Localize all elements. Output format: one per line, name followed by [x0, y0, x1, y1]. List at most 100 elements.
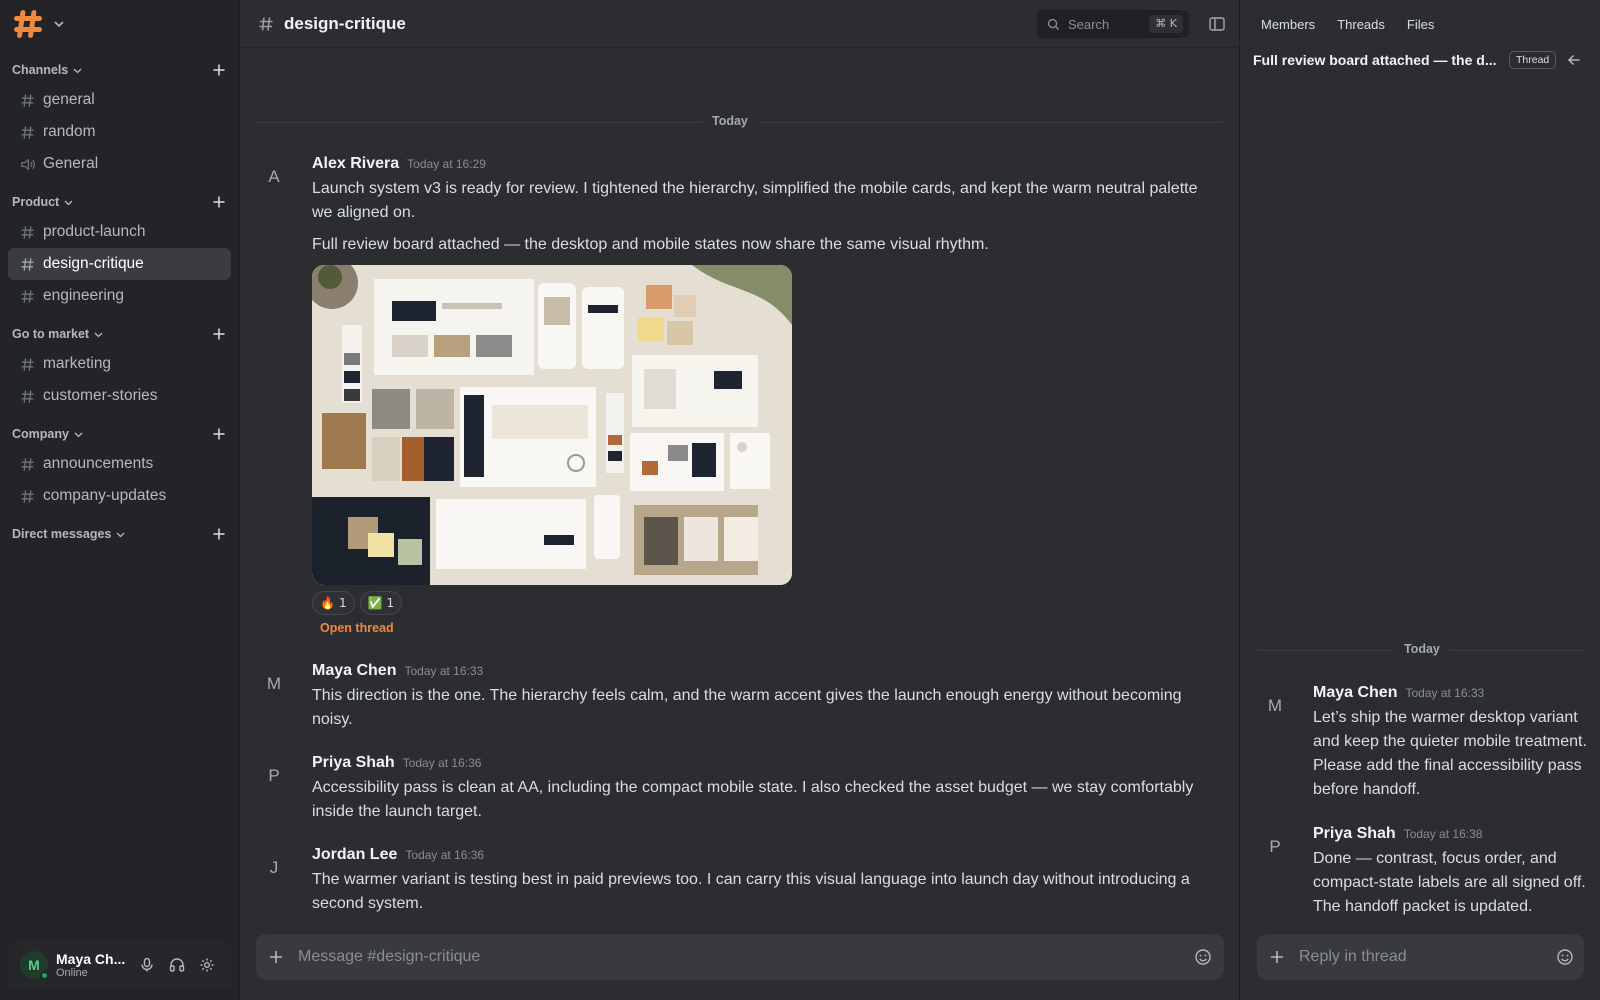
emoji-icon[interactable] [1556, 948, 1574, 966]
sidebar-item-label: general [43, 91, 95, 108]
sidebar-item-label: product-launch [43, 223, 146, 240]
message: A Alex Rivera Today at 16:29 Launch syst… [256, 155, 1206, 635]
sidebar-item-general[interactable]: general [8, 84, 231, 116]
plus-icon[interactable] [1269, 949, 1285, 965]
channel-sections: Channels general random General Product produ… [0, 56, 239, 548]
message-timestamp: Today at 16:33 [404, 664, 484, 678]
workspace-header[interactable] [0, 0, 239, 48]
plus-icon[interactable] [268, 949, 284, 965]
sidebar-item-label: company-updates [43, 487, 167, 504]
reaction-count: 1 [338, 596, 347, 610]
avatar[interactable]: P [256, 758, 292, 794]
image-attachment[interactable] [312, 265, 792, 585]
sidebar-item-product-launch[interactable]: product-launch [8, 216, 231, 248]
section-header-channels[interactable]: Channels [0, 56, 239, 84]
reaction-count: 1 [386, 596, 395, 610]
arrow-left-icon[interactable] [1566, 52, 1582, 68]
user-avatar-initial: M [28, 957, 40, 973]
avatar[interactable]: M [1257, 688, 1293, 724]
reply-timestamp: Today at 16:33 [1405, 686, 1485, 700]
message-timestamp: Today at 16:29 [407, 157, 486, 171]
sidebar-item-engineering[interactable]: engineering [8, 280, 231, 312]
sidebar-section: Channels general random General [0, 56, 239, 180]
message-author[interactable]: Alex Rivera [312, 155, 399, 173]
microphone-icon [141, 957, 153, 972]
hash-icon [21, 125, 34, 139]
message-author[interactable]: Maya Chen [312, 662, 396, 680]
sidebar-item-general[interactable]: General [8, 148, 231, 180]
message-text: The warmer variant is testing best in pa… [312, 871, 1190, 912]
message-composer[interactable]: Message #design-critique [256, 934, 1224, 980]
settings-button[interactable] [192, 950, 222, 980]
message-author[interactable]: Jordan Lee [312, 846, 397, 864]
plus-icon[interactable] [211, 526, 227, 542]
reaction-chip[interactable]: 🔥 1 [312, 591, 355, 615]
avatar[interactable]: M [256, 666, 292, 702]
message-text: This direction is the one. The hierarchy… [312, 687, 1182, 728]
thread-panel: Members Threads Files Full review board … [1241, 0, 1600, 1000]
search-box[interactable]: Search ⌘ K [1037, 10, 1189, 38]
emoji-icon[interactable] [1194, 948, 1212, 966]
microphone-button[interactable] [132, 950, 162, 980]
reaction-emoji: 🔥 [320, 596, 335, 610]
reaction-emoji: ✅ [367, 596, 383, 610]
sidebar-section: Company announcements company-updates [0, 420, 239, 512]
message: J Jordan Lee Today at 16:36 The warmer v… [256, 846, 1206, 916]
sidebar-section: Direct messages [0, 520, 239, 548]
plus-icon[interactable] [211, 426, 227, 442]
hash-icon [21, 489, 34, 503]
section-header-company[interactable]: Company [0, 420, 239, 448]
sidebar: Channels general random General Product produ… [0, 0, 240, 1000]
plus-icon[interactable] [211, 194, 227, 210]
reaction-chip[interactable]: ✅ 1 [359, 591, 403, 615]
thread-title: Full review board attached — the d... [1253, 52, 1497, 68]
plus-icon[interactable] [211, 62, 227, 78]
sidebar-item-marketing[interactable]: marketing [8, 348, 231, 380]
channel-title: design-critique [284, 13, 406, 33]
open-thread-link[interactable]: Open thread [320, 621, 1206, 635]
reply-placeholder: Reply in thread [1299, 948, 1407, 965]
section-header-direct-messages[interactable]: Direct messages [0, 520, 239, 548]
section-header-go-to-market[interactable]: Go to market [0, 320, 239, 348]
hash-logo-icon[interactable] [12, 8, 44, 40]
panel-toggle-icon[interactable] [1208, 15, 1226, 33]
thread-header: Full review board attached — the d... Th… [1241, 48, 1600, 72]
tab-threads[interactable]: Threads [1337, 17, 1385, 32]
user-avatar[interactable]: M [20, 951, 49, 980]
user-info[interactable]: Maya Ch... Online [56, 951, 132, 979]
section-label: Company [12, 427, 69, 441]
reply-author[interactable]: Maya Chen [1313, 684, 1397, 702]
hash-icon [21, 257, 34, 271]
message-text: Accessibility pass is clean at AA, inclu… [312, 779, 1194, 820]
sidebar-item-label: marketing [43, 355, 112, 372]
tab-members[interactable]: Members [1261, 17, 1315, 32]
sidebar-item-announcements[interactable]: announcements [8, 448, 231, 480]
message-author[interactable]: Priya Shah [312, 754, 395, 772]
chevron-down-icon[interactable] [52, 17, 66, 31]
sidebar-item-random[interactable]: random [8, 116, 231, 148]
avatar[interactable]: A [256, 159, 292, 195]
reply-author[interactable]: Priya Shah [1313, 825, 1396, 843]
plus-icon[interactable] [211, 326, 227, 342]
avatar[interactable]: P [1257, 829, 1293, 865]
sidebar-item-company-updates[interactable]: company-updates [8, 480, 231, 512]
thread-day-divider-label: Today [1394, 642, 1450, 656]
sidebar-item-customer-stories[interactable]: customer-stories [8, 380, 231, 412]
thread-reply-composer[interactable]: Reply in thread [1257, 934, 1584, 980]
search-shortcut: ⌘ K [1149, 15, 1183, 33]
tab-files[interactable]: Files [1407, 17, 1434, 32]
avatar[interactable]: J [256, 850, 292, 886]
message-text: Full review board attached — the desktop… [312, 236, 989, 253]
sidebar-item-label: customer-stories [43, 387, 158, 404]
thread-reply: M Maya Chen Today at 16:33 Let’s ship th… [1257, 684, 1587, 802]
chevron-down-icon [73, 68, 82, 73]
section-label: Direct messages [12, 527, 112, 541]
message: P Priya Shah Today at 16:36 Accessibilit… [256, 754, 1206, 824]
section-header-product[interactable]: Product [0, 188, 239, 216]
section-label: Product [12, 195, 60, 209]
hash-icon [21, 357, 34, 371]
headphones-button[interactable] [162, 950, 192, 980]
section-label: Go to market [12, 327, 90, 341]
sidebar-item-design-critique[interactable]: design-critique [8, 248, 231, 280]
message-timestamp: Today at 16:36 [405, 848, 485, 862]
